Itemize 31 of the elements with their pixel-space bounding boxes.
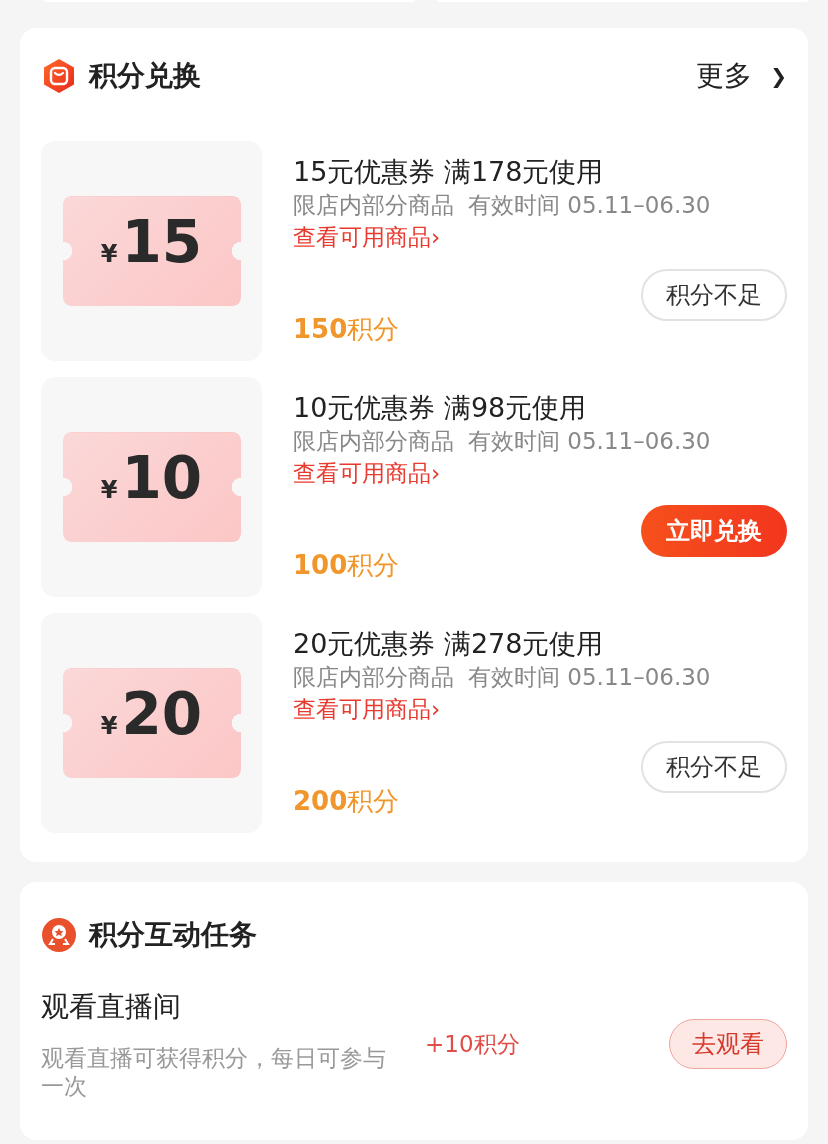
shopping-bag-icon bbox=[41, 58, 77, 94]
coupon-validity: 有效时间 05.11–06.30 bbox=[468, 191, 711, 220]
currency-symbol: ¥ bbox=[100, 476, 118, 504]
watch-button[interactable]: 去观看 bbox=[669, 1019, 787, 1069]
points-cost: 200积分 bbox=[293, 785, 400, 818]
points-cost: 100积分 bbox=[293, 549, 400, 582]
coupon-scope: 限店内部分商品 bbox=[293, 663, 454, 692]
coupon-scope: 限店内部分商品 bbox=[293, 427, 454, 456]
view-products-link[interactable]: 查看可用商品› bbox=[293, 693, 441, 725]
section-title: 积分互动任务 bbox=[89, 917, 257, 953]
view-products-link[interactable]: 查看可用商品› bbox=[293, 221, 441, 253]
task-reward: +10积分 bbox=[425, 1029, 520, 1059]
coupon-title: 15元优惠券 满178元使用 bbox=[293, 155, 605, 189]
coupon-amount: 10 bbox=[121, 449, 203, 507]
redeem-button[interactable]: 立即兑换 bbox=[641, 505, 787, 557]
coupon-validity: 有效时间 05.11–06.30 bbox=[468, 427, 711, 456]
coupon-amount: 20 bbox=[121, 685, 203, 743]
coupon-title: 10元优惠券 满98元使用 bbox=[293, 391, 588, 425]
section-title: 积分兑换 bbox=[89, 58, 201, 94]
coupon-scope: 限店内部分商品 bbox=[293, 191, 454, 220]
coupon-title: 20元优惠券 满278元使用 bbox=[293, 627, 605, 661]
view-products-link[interactable]: 查看可用商品› bbox=[293, 457, 441, 489]
coupon-amount: 15 bbox=[121, 213, 203, 271]
currency-symbol: ¥ bbox=[100, 712, 118, 740]
task-description: 观看直播可获得积分，每日可参与一次 bbox=[41, 1044, 387, 1100]
points-cost: 150积分 bbox=[293, 313, 400, 346]
currency-symbol: ¥ bbox=[100, 240, 118, 268]
medal-icon bbox=[41, 917, 77, 953]
coupon-validity: 有效时间 05.11–06.30 bbox=[468, 663, 711, 692]
task-title: 观看直播间 bbox=[41, 989, 182, 1025]
more-link[interactable]: 更多 ❯ bbox=[696, 57, 787, 95]
